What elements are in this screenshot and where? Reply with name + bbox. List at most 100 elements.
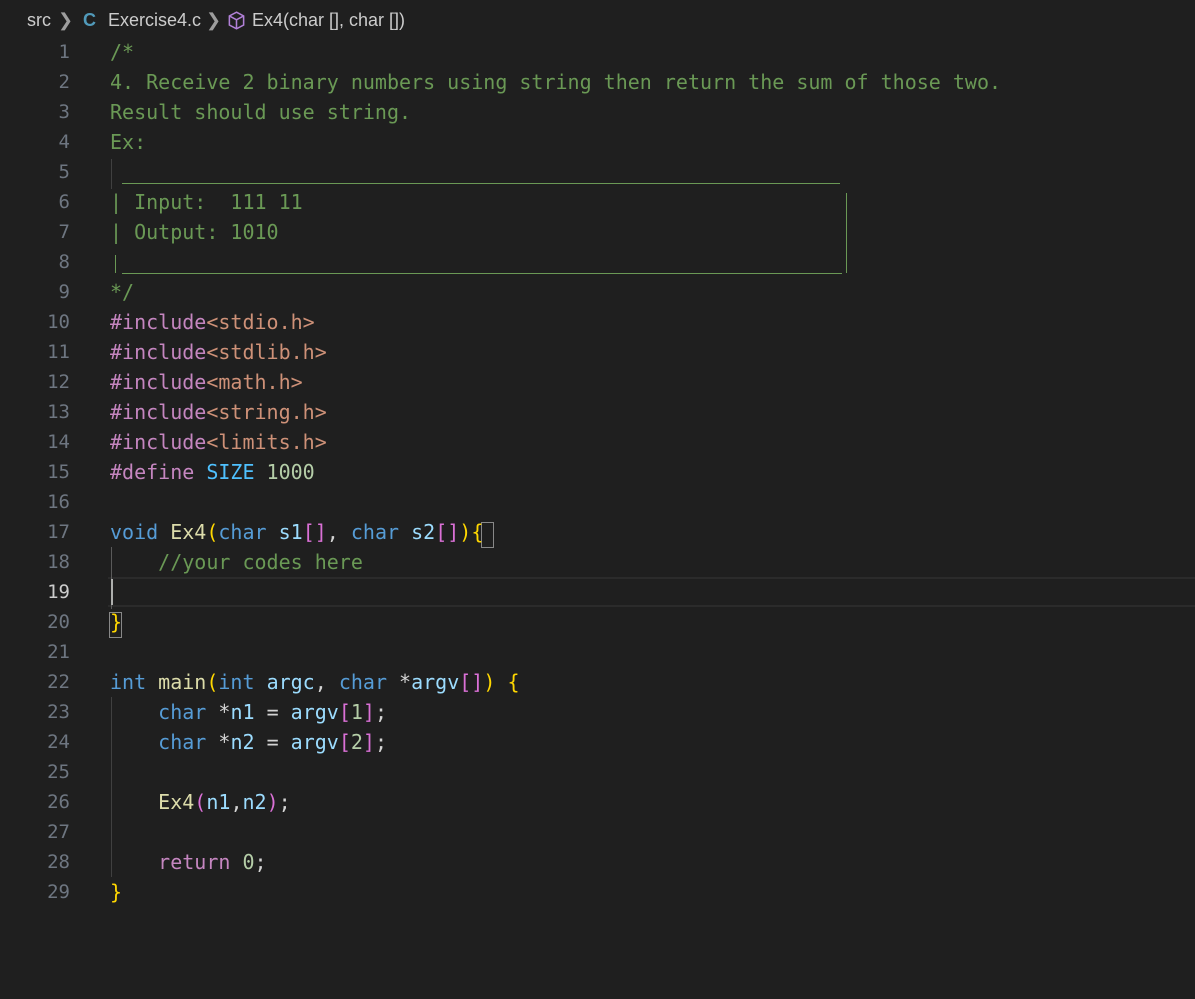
code-line[interactable]: 2 4. Receive 2 binary numbers using strin… — [0, 67, 1195, 97]
code-token: <string.h> — [206, 400, 327, 424]
code-line[interactable]: 4 Ex: — [0, 127, 1195, 157]
code-text: */ — [110, 279, 134, 305]
line-number: 29 — [47, 881, 70, 903]
c-file-icon: C — [83, 10, 96, 30]
code-text: /* — [110, 39, 134, 65]
code-line[interactable]: 18 //your codes here — [0, 547, 1195, 577]
code-token: { — [471, 520, 484, 544]
line-number: 1 — [58, 41, 70, 63]
code-token: argv — [411, 670, 460, 694]
cube-icon — [227, 11, 246, 35]
code-line[interactable]: 9 */ — [0, 277, 1195, 307]
code-token: ) — [459, 520, 472, 544]
code-token: [] — [302, 520, 327, 544]
code-token: void — [110, 520, 159, 544]
line-number: 7 — [58, 221, 70, 243]
code-token: <stdlib.h> — [206, 340, 327, 364]
code-token: */ — [110, 280, 135, 304]
code-token: Ex4 — [170, 520, 207, 544]
code-line[interactable]: 13 #include<string.h> — [0, 397, 1195, 427]
code-token: * — [206, 700, 231, 724]
code-line[interactable]: 3 Result should use string. — [0, 97, 1195, 127]
code-token: #include — [110, 310, 207, 334]
code-line[interactable]: 16 — [0, 487, 1195, 517]
line-number: 17 — [47, 521, 70, 543]
code-line[interactable]: 26 Ex4(n1,n2); — [0, 787, 1195, 817]
line-number: 19 — [47, 581, 70, 603]
code-token: Result should use string. — [110, 100, 412, 124]
line-number: 25 — [47, 761, 70, 783]
breadcrumb-symbol[interactable]: Ex4(char [], char []) — [252, 10, 405, 31]
code-line[interactable]: 21 — [0, 637, 1195, 667]
code-line[interactable]: 15 #define SIZE 1000 — [0, 457, 1195, 487]
code-line[interactable]: 1 /* — [0, 37, 1195, 67]
code-text: #include<math.h> — [110, 369, 303, 395]
code-line[interactable]: 5 — [0, 157, 1195, 187]
code-token: = — [254, 700, 291, 724]
code-token: n2 — [242, 790, 267, 814]
code-line[interactable]: 25 — [0, 757, 1195, 787]
code-token: //your codes here — [158, 550, 363, 574]
code-token: #include — [110, 340, 207, 364]
line-number: 27 — [47, 821, 70, 843]
code-token: | Output: 1010 — [110, 220, 279, 244]
code-line[interactable]: 23 char *n1 = argv[1]; — [0, 697, 1195, 727]
code-token: <math.h> — [206, 370, 303, 394]
code-line[interactable]: 27 — [0, 817, 1195, 847]
code-line[interactable]: 22 int main(int argc, char *argv[]) { — [0, 667, 1195, 697]
code-text: #include<stdio.h> — [110, 309, 315, 335]
code-line[interactable]: 19 — [0, 577, 1195, 607]
code-token: ; — [374, 700, 388, 724]
code-token: ; — [278, 790, 291, 814]
code-token: n1 — [230, 700, 255, 724]
code-token: , — [314, 670, 339, 694]
code-line[interactable]: 6 | Input: 111 11 — [0, 187, 1195, 217]
chevron-right-icon: ❯ — [206, 10, 222, 30]
code-line[interactable]: 7 | Output: 1010 — [0, 217, 1195, 247]
code-text: return 0; — [110, 849, 267, 875]
line-number: 16 — [47, 491, 70, 513]
code-text: } — [110, 879, 122, 905]
code-token: , — [230, 790, 243, 814]
code-line[interactable]: 14 #include<limits.h> — [0, 427, 1195, 457]
code-token: ) — [483, 670, 496, 694]
line-number: 12 — [47, 371, 70, 393]
code-token: <limits.h> — [206, 430, 327, 454]
code-text: Ex4(n1,n2); — [110, 789, 291, 815]
breadcrumb-folder[interactable]: src — [27, 10, 51, 31]
code-line[interactable]: 20} — [0, 607, 1195, 637]
code-token: SIZE — [206, 460, 255, 484]
code-token: argc — [266, 670, 315, 694]
code-token: argv — [290, 730, 339, 754]
breadcrumb-file[interactable]: Exercise4.c — [108, 10, 201, 31]
code-token: /* — [110, 40, 135, 64]
code-token: * — [387, 670, 412, 694]
code-text: int main(int argc, char *argv[]) { — [110, 669, 520, 695]
code-line[interactable]: 28 return 0; — [0, 847, 1195, 877]
code-line[interactable]: 10 #include<stdio.h> — [0, 307, 1195, 337]
code-token: s1 — [278, 520, 303, 544]
code-line[interactable]: 12 #include<math.h> — [0, 367, 1195, 397]
line-number: 28 — [47, 851, 70, 873]
code-token: | Input: 111 11 — [110, 190, 303, 214]
code-line[interactable]: 8 — [0, 247, 1195, 277]
code-token: } — [110, 880, 123, 904]
code-line[interactable]: 29} — [0, 877, 1195, 907]
code-token: n2 — [230, 730, 255, 754]
code-line[interactable]: 11 #include<stdlib.h> — [0, 337, 1195, 367]
code-token: ) — [266, 790, 279, 814]
code-token: ; — [254, 850, 267, 874]
code-line[interactable]: 24 char *n2 = argv[2]; — [0, 727, 1195, 757]
code-line[interactable]: 17 void Ex4(char s1[], char s2[]){ — [0, 517, 1195, 547]
code-token: = — [254, 730, 291, 754]
code-token: 2 — [350, 730, 363, 754]
line-number: 9 — [58, 281, 70, 303]
line-number: 8 — [58, 251, 70, 273]
line-number: 10 — [47, 311, 70, 333]
code-editor[interactable]: 1 /* 2 4. Receive 2 binary numbers using st… — [0, 37, 1195, 999]
